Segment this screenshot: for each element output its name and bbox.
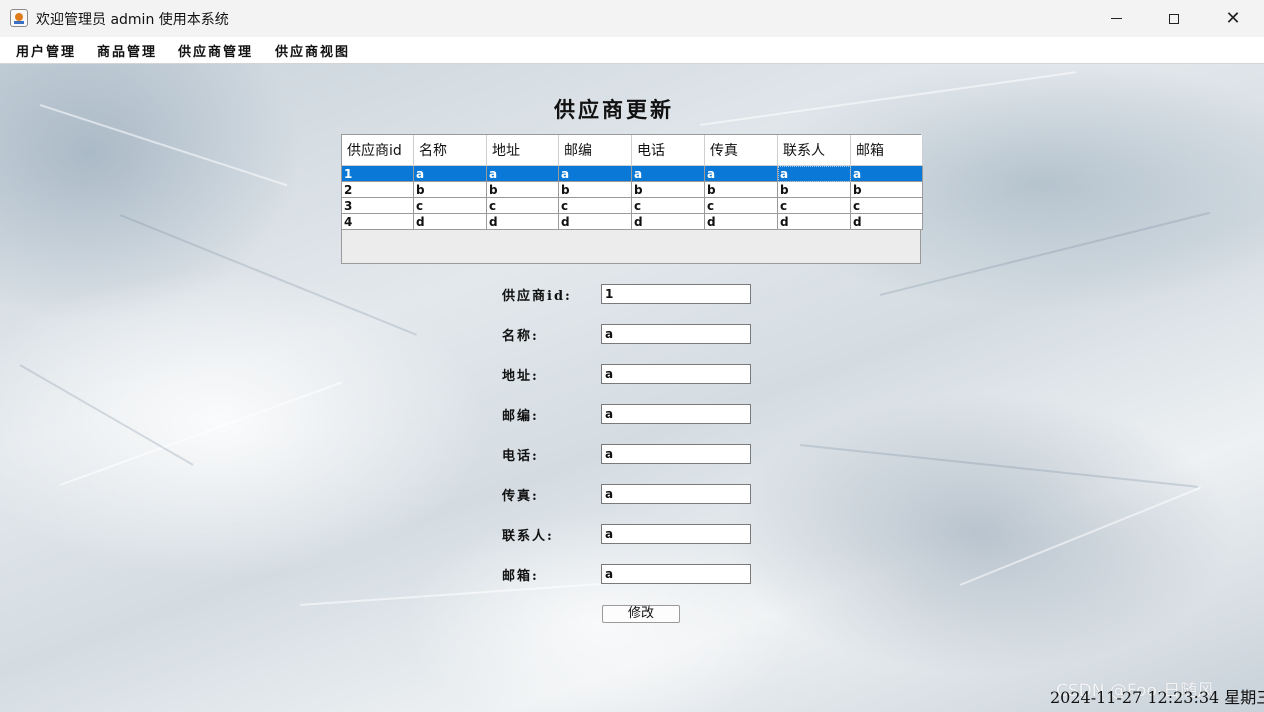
form-label: 传真: bbox=[502, 489, 539, 504]
close-icon: ✕ bbox=[1225, 7, 1241, 29]
supplier-table: 供应商id 名称 地址 邮编 电话 传真 联系人 邮箱 1aaaaaaa2bbb… bbox=[341, 134, 923, 264]
table-cell[interactable]: a bbox=[777, 165, 851, 182]
window-title: 欢迎管理员 admin 使用本系统 bbox=[36, 12, 229, 28]
close-button[interactable]: ✕ bbox=[1204, 0, 1262, 37]
menu-user-management[interactable]: 用户管理 bbox=[16, 41, 76, 60]
table-cell[interactable]: a bbox=[631, 165, 705, 182]
table-header-row: 供应商id 名称 地址 邮编 电话 传真 联系人 邮箱 bbox=[342, 135, 923, 166]
form-field-input[interactable] bbox=[601, 444, 751, 464]
table-cell[interactable]: b bbox=[413, 181, 487, 198]
menu-bar: 用户管理 商品管理 供应商管理 供应商视图 bbox=[0, 37, 1264, 64]
table-cell[interactable]: b bbox=[704, 181, 778, 198]
maximize-button[interactable] bbox=[1145, 0, 1203, 37]
table-row[interactable]: 3ccccccc bbox=[342, 197, 923, 214]
status-clock: 2024-11-27 12:23:34 星期三 bbox=[1050, 688, 1264, 707]
maximize-icon bbox=[1169, 13, 1179, 24]
table-row[interactable]: 1aaaaaaa bbox=[342, 165, 923, 182]
column-header[interactable]: 邮编 bbox=[558, 135, 632, 166]
table-cell[interactable]: c bbox=[631, 197, 705, 214]
table-cell[interactable]: a bbox=[704, 165, 778, 182]
column-header[interactable]: 名称 bbox=[413, 135, 487, 166]
table-cell[interactable]: c bbox=[486, 197, 559, 214]
form-label: 邮箱: bbox=[502, 569, 539, 584]
column-header[interactable]: 传真 bbox=[704, 135, 778, 166]
table-cell[interactable]: c bbox=[777, 197, 851, 214]
content-panel: 供应商更新 供应商id 名称 地址 邮编 电话 传真 联系人 邮箱 1aaaaa… bbox=[0, 64, 1264, 712]
table-cell[interactable]: d bbox=[558, 213, 632, 230]
table-cell[interactable]: c bbox=[558, 197, 632, 214]
column-header[interactable]: 电话 bbox=[631, 135, 705, 166]
menu-supplier-management[interactable]: 供应商管理 bbox=[178, 41, 253, 60]
form-label: 名称: bbox=[502, 329, 539, 344]
column-header[interactable]: 地址 bbox=[486, 135, 559, 166]
menu-supplier-view[interactable]: 供应商视图 bbox=[275, 41, 350, 60]
table-cell[interactable]: b bbox=[558, 181, 632, 198]
form-field-input[interactable] bbox=[601, 284, 751, 304]
table-cell[interactable]: d bbox=[704, 213, 778, 230]
form-label: 电话: bbox=[502, 449, 539, 464]
title-bar: 欢迎管理员 admin 使用本系统 ✕ bbox=[0, 0, 1264, 37]
minimize-button[interactable] bbox=[1087, 0, 1145, 37]
table-cell[interactable]: d bbox=[413, 213, 487, 230]
form-label: 地址: bbox=[502, 369, 539, 384]
table-cell[interactable]: d bbox=[850, 213, 923, 230]
column-header[interactable]: 邮箱 bbox=[850, 135, 923, 166]
table-row[interactable]: 4ddddddd bbox=[342, 213, 923, 230]
table-cell[interactable]: b bbox=[486, 181, 559, 198]
minimize-icon bbox=[1110, 18, 1122, 19]
form-field-input[interactable] bbox=[601, 524, 751, 544]
table-cell[interactable]: c bbox=[850, 197, 923, 214]
form-field-input[interactable] bbox=[601, 484, 751, 504]
form-field-input[interactable] bbox=[601, 364, 751, 384]
table-cell[interactable]: b bbox=[777, 181, 851, 198]
form-label: 供应商id: bbox=[502, 289, 572, 304]
table-cell[interactable]: 3 bbox=[342, 197, 414, 214]
table-cell[interactable]: a bbox=[486, 165, 559, 182]
supplier-grid: 供应商id 名称 地址 邮编 电话 传真 联系人 邮箱 1aaaaaaa2bbb… bbox=[342, 135, 923, 230]
table-cell[interactable]: d bbox=[777, 213, 851, 230]
table-cell[interactable]: a bbox=[850, 165, 923, 182]
menu-product-management[interactable]: 商品管理 bbox=[97, 41, 157, 60]
table-cell[interactable]: b bbox=[850, 181, 923, 198]
table-cell[interactable]: a bbox=[413, 165, 487, 182]
form-label: 邮编: bbox=[502, 409, 539, 424]
table-cell[interactable]: 1 bbox=[342, 165, 414, 182]
table-cell[interactable]: a bbox=[558, 165, 632, 182]
table-cell[interactable]: c bbox=[413, 197, 487, 214]
table-cell[interactable]: b bbox=[631, 181, 705, 198]
table-cell[interactable]: 2 bbox=[342, 181, 414, 198]
column-header[interactable]: 供应商id bbox=[342, 135, 414, 166]
page-title: 供应商更新 bbox=[554, 97, 674, 122]
form-field-input[interactable] bbox=[601, 564, 751, 584]
table-row[interactable]: 2bbbbbbb bbox=[342, 181, 923, 198]
column-header[interactable]: 联系人 bbox=[777, 135, 851, 166]
form-label: 联系人: bbox=[502, 529, 554, 544]
form-field-input[interactable] bbox=[601, 404, 751, 424]
table-cell[interactable]: d bbox=[486, 213, 559, 230]
form-field-input[interactable] bbox=[601, 324, 751, 344]
table-cell[interactable]: d bbox=[631, 213, 705, 230]
table-cell[interactable]: 4 bbox=[342, 213, 414, 230]
table-cell[interactable]: c bbox=[704, 197, 778, 214]
modify-button[interactable]: 修改 bbox=[602, 605, 680, 623]
java-app-icon bbox=[10, 9, 28, 27]
